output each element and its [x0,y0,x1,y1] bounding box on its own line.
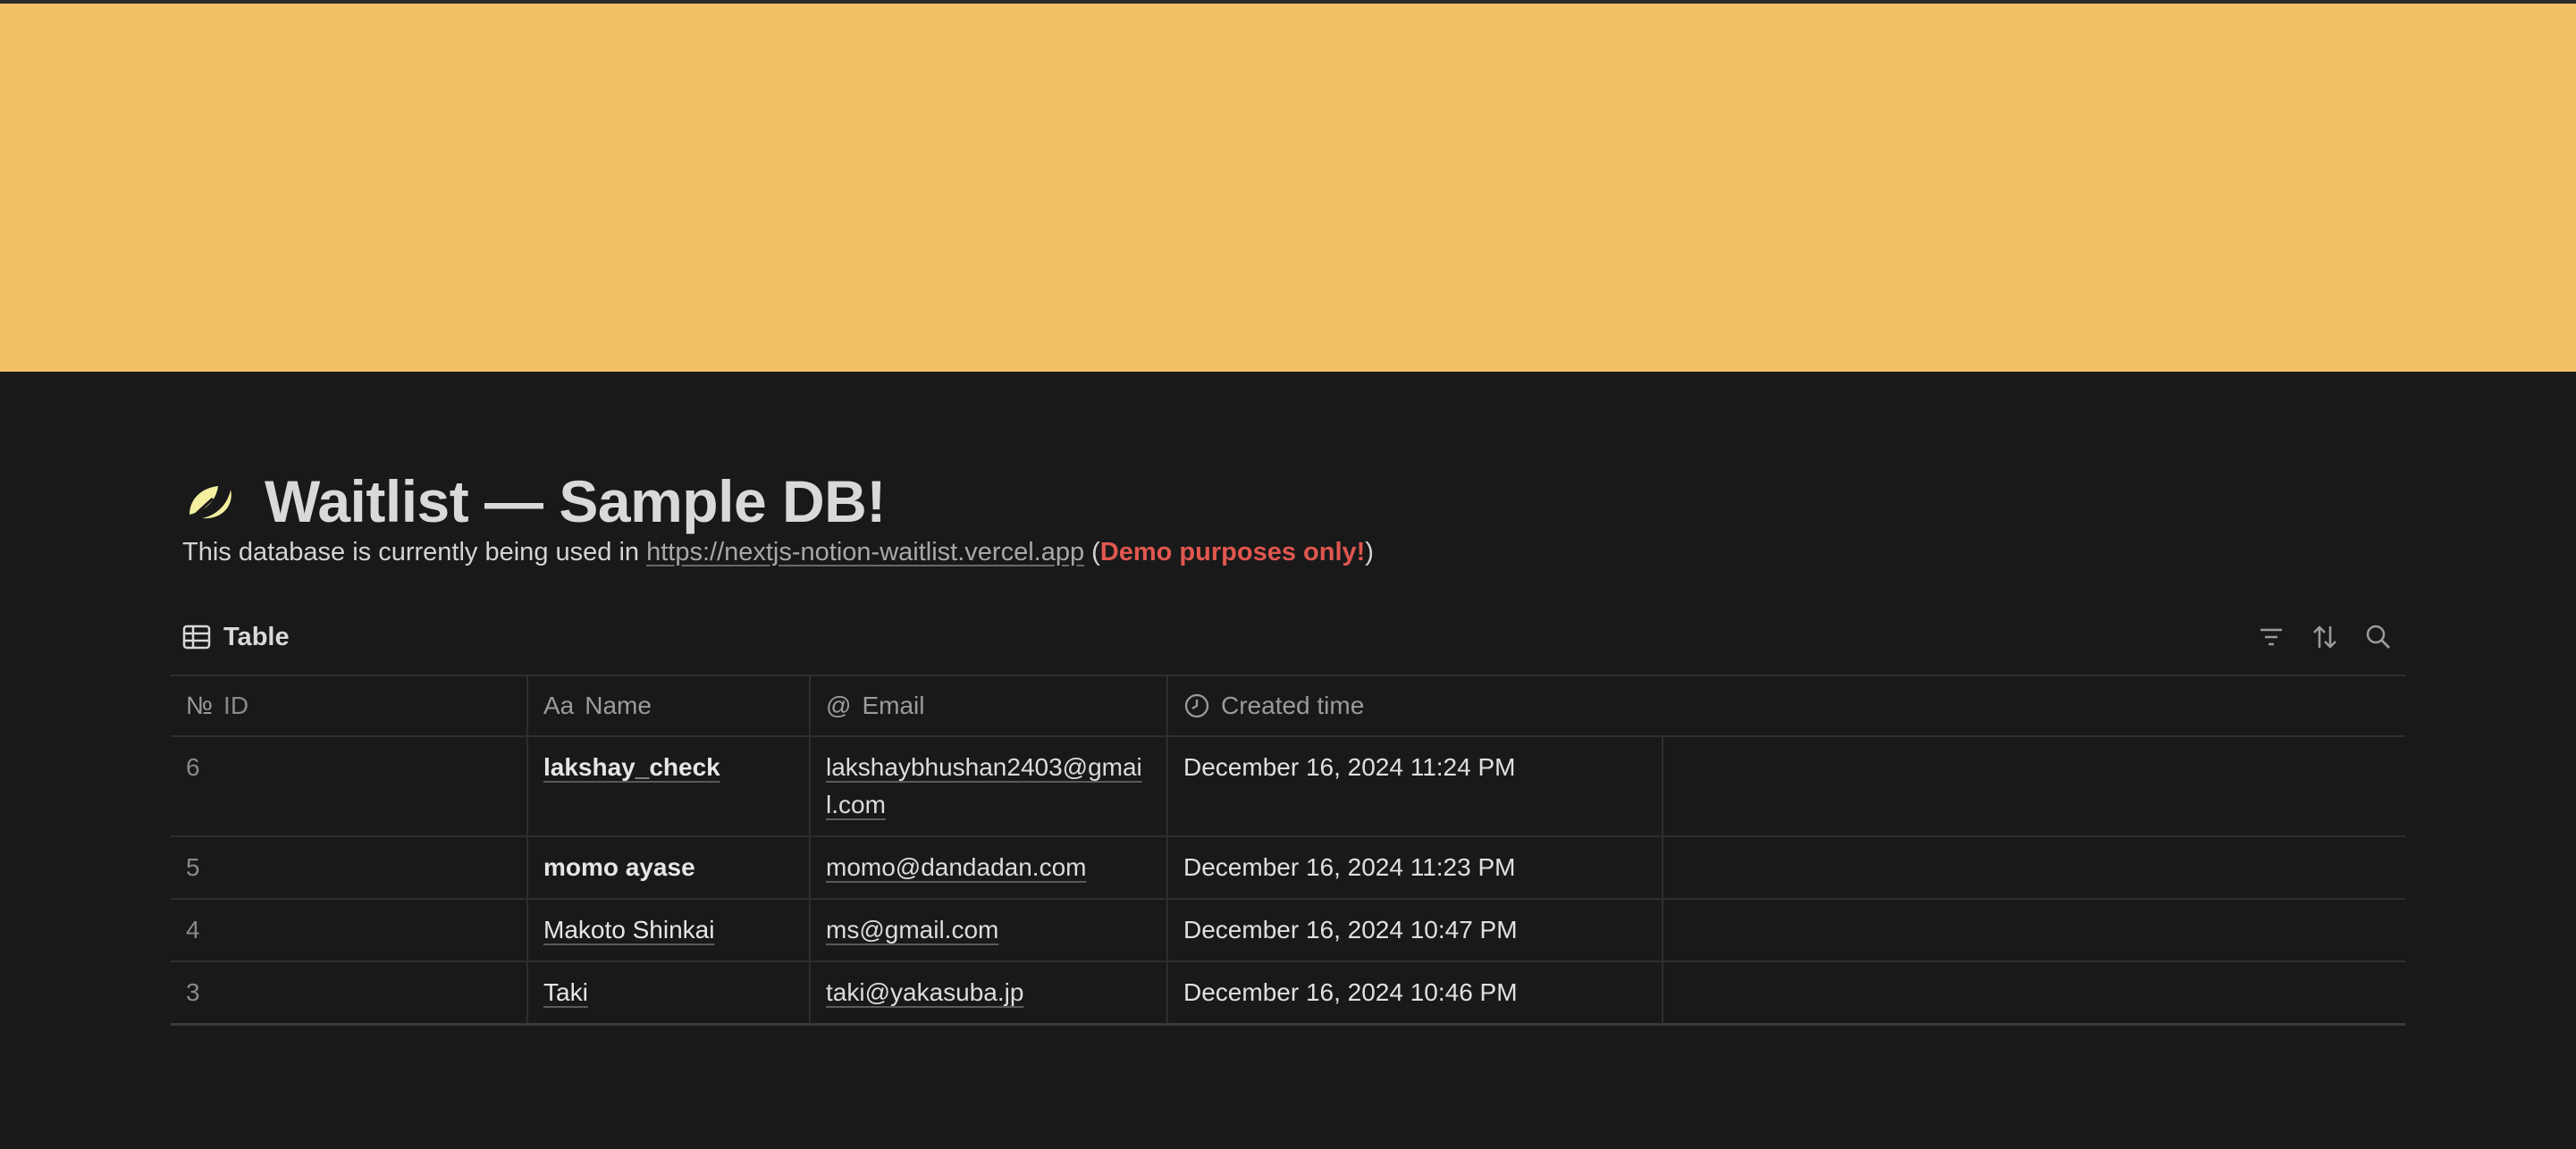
cell-email[interactable]: ms@gmail.com [811,900,1168,960]
page-body: Waitlist — Sample DB! This database is c… [0,372,2576,1149]
column-header-created-time[interactable]: Created time [1168,676,1663,735]
filter-icon[interactable] [2256,622,2286,652]
cell-id[interactable]: 5 [171,837,528,898]
cell-created-time[interactable]: December 16, 2024 10:47 PM [1168,900,1663,960]
email-link[interactable]: momo@dandadan.com [826,853,1086,881]
table-icon [182,625,211,650]
cell-spacer [1663,837,2405,898]
sort-icon[interactable] [2310,622,2340,652]
column-header-id[interactable]: № ID [171,676,528,735]
page-description: This database is currently being used in… [182,538,1374,567]
column-header-name[interactable]: Aa Name [528,676,811,735]
cell-spacer [1663,900,2405,960]
leaf-icon[interactable] [182,474,238,529]
cell-created-time[interactable]: December 16, 2024 11:23 PM [1168,837,1663,898]
cell-id[interactable]: 3 [171,962,528,1023]
number-icon: № [186,692,214,719]
column-header-email[interactable]: @ Email [811,676,1168,735]
tab-table-view[interactable]: Table [182,623,290,652]
cell-name[interactable]: Taki [528,962,811,1023]
cell-created-time[interactable]: December 16, 2024 11:24 PM [1168,737,1663,835]
column-header-label: Created time [1221,692,1365,719]
cell-name[interactable]: lakshay_check [528,737,811,835]
cell-created-time[interactable]: December 16, 2024 10:46 PM [1168,962,1663,1023]
column-header-spacer [1663,676,2405,735]
column-header-label: Name [585,692,652,719]
email-link[interactable]: lakshaybhushan2403@gmail.com [826,753,1142,818]
email-link[interactable]: taki@yakasuba.jp [826,978,1023,1006]
description-open-paren: ( [1084,538,1100,566]
name-link[interactable]: Makoto Shinkai [543,916,714,944]
email-link[interactable]: ms@gmail.com [826,916,998,944]
database-table: № ID Aa Name @ Email Created time 6 laks… [171,675,2405,1026]
at-sign-icon: @ [826,692,852,719]
tab-table-label: Table [223,622,290,651]
description-highlight: Demo purposes only! [1099,538,1366,566]
column-header-label: ID [223,692,249,719]
name-link[interactable]: Taki [543,978,588,1006]
cell-id[interactable]: 4 [171,900,528,960]
clock-icon [1184,693,1209,718]
cell-name[interactable]: momo ayase [528,837,811,898]
cell-id[interactable]: 6 [171,737,528,835]
table-row[interactable]: 6 lakshay_check lakshaybhushan2403@gmail… [171,737,2405,837]
cell-spacer [1663,962,2405,1023]
cell-email[interactable]: taki@yakasuba.jp [811,962,1168,1023]
cell-spacer [1663,737,2405,835]
table-header-row: № ID Aa Name @ Email Created time [171,676,2405,737]
name-link[interactable]: lakshay_check [543,753,720,781]
description-link[interactable]: https://nextjs-notion-waitlist.vercel.ap… [646,538,1084,566]
cell-name[interactable]: Makoto Shinkai [528,900,811,960]
page-title[interactable]: Waitlist — Sample DB! [265,467,886,535]
view-actions [2256,622,2404,652]
page-cover[interactable] [0,4,2576,372]
name-link[interactable]: momo ayase [543,853,695,881]
cell-email[interactable]: momo@dandadan.com [811,837,1168,898]
database-view-bar: Table [182,615,2404,659]
description-text: This database is currently being used in [182,538,647,566]
table-row[interactable]: 3 Taki taki@yakasuba.jp December 16, 202… [171,962,2405,1026]
table-row[interactable]: 5 momo ayase momo@dandadan.com December … [171,837,2405,900]
column-header-label: Email [862,692,925,719]
description-close-paren: ) [1365,538,1374,566]
table-row[interactable]: 4 Makoto Shinkai ms@gmail.com December 1… [171,900,2405,962]
cell-email[interactable]: lakshaybhushan2403@gmail.com [811,737,1168,835]
search-icon[interactable] [2363,622,2394,652]
text-type-icon: Aa [543,692,575,719]
title-row: Waitlist — Sample DB! [182,461,886,541]
